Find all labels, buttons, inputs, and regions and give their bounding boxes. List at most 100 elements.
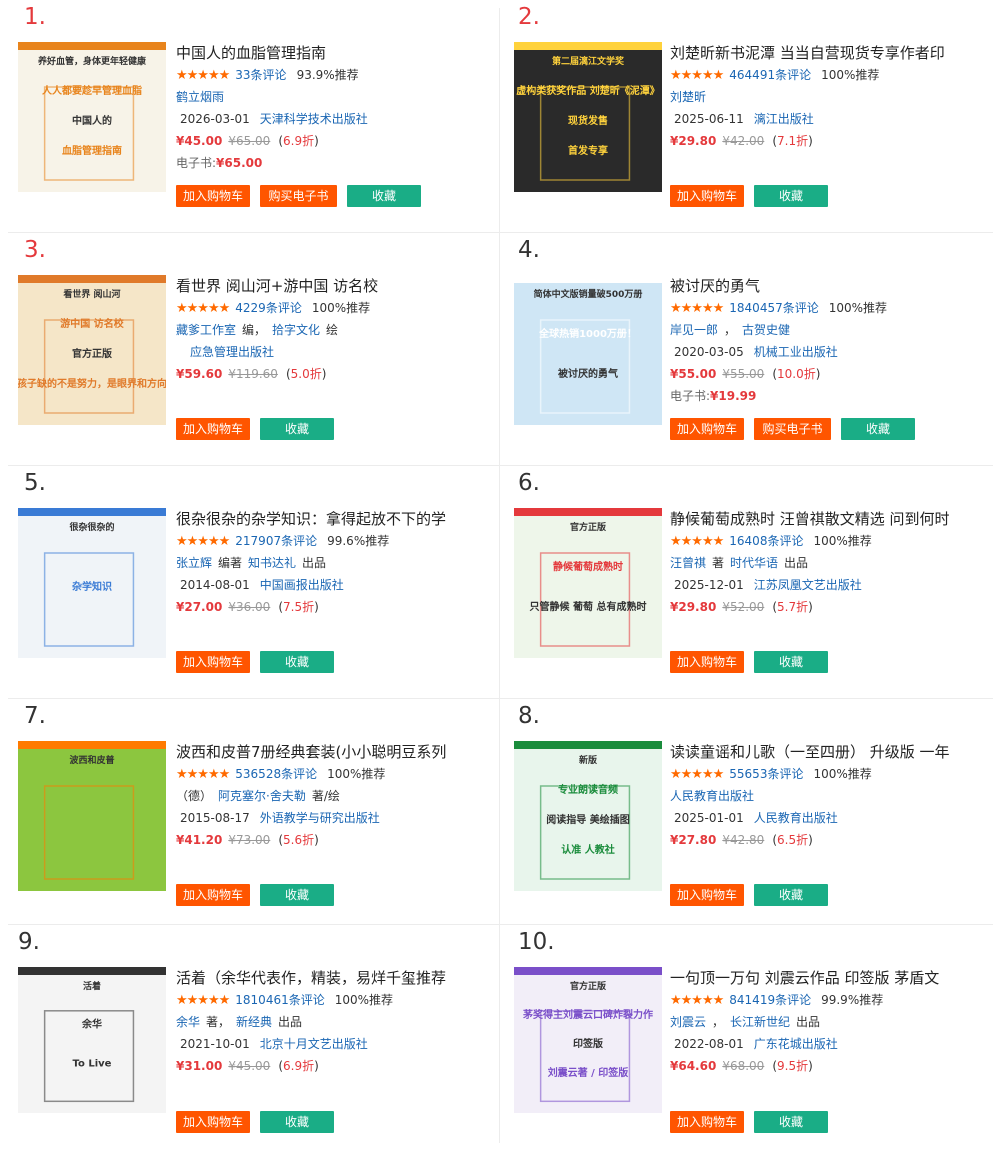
author-link[interactable]: 刘楚昕	[670, 90, 706, 104]
book-cover-image[interactable]: 养好血管，身体更年轻健康人人都要趁早管理血脂中国人的血脂管理指南	[18, 42, 166, 192]
book-cover[interactable]: 很杂很杂的 杂学知识	[18, 508, 166, 658]
review-count-link[interactable]: 217907条评论	[235, 534, 317, 548]
author-link[interactable]: 张立辉	[176, 556, 212, 570]
book-cover[interactable]: 活着 余华 To Live	[18, 967, 166, 1113]
book-cover-image[interactable]: 官方正版茅奖得主刘震云口碑炸裂力作印签版刘震云著 / 印签版	[514, 967, 662, 1113]
book-cover[interactable]: 简体中文版销量破500万册 全球热销1000万册！ 被讨厌的勇气	[514, 275, 662, 425]
author-link[interactable]: 时代华语	[730, 556, 778, 570]
publisher-link[interactable]: 人民教育出版社	[754, 811, 838, 825]
current-price: ¥45.00	[176, 134, 223, 148]
original-price: ¥42.00	[722, 134, 765, 148]
favorite-button[interactable]: 收藏	[260, 884, 334, 906]
book-title-link[interactable]: 波西和皮普7册经典套装(小小聪明豆系列	[176, 741, 476, 763]
author-link[interactable]: 阿克塞尔·舍夫勒	[218, 789, 306, 803]
buy-ebook-button[interactable]: 购买电子书	[754, 418, 831, 440]
favorite-button[interactable]: 收藏	[260, 418, 334, 440]
rating-line: ★★★★★ 4229条评论 100%推荐	[176, 297, 476, 319]
author-link[interactable]: 余华	[176, 1015, 200, 1029]
author-link[interactable]: 刘震云	[670, 1015, 706, 1029]
book-title-link[interactable]: 被讨厌的勇气	[670, 275, 970, 297]
add-to-cart-button[interactable]: 加入购物车	[176, 884, 250, 906]
favorite-button[interactable]: 收藏	[347, 185, 421, 207]
book-cover-image[interactable]: 看世界 阅山河游中国 访名校官方正版孩子缺的不是努力，是眼界和方向	[18, 275, 166, 425]
price-line: ¥41.20 ¥73.00 (5.6折)	[176, 829, 476, 851]
publisher-link[interactable]: 漓江出版社	[754, 112, 814, 126]
book-cover[interactable]: 第二届漓江文学奖 虚构类获奖作品 刘楚昕《泥潭》 现货发售 首发专享	[514, 42, 662, 192]
book-cover-image[interactable]: 官方正版静候葡萄成熟时只管静候 葡萄 总有成熟时	[514, 508, 662, 658]
book-cover[interactable]: 官方正版 茅奖得主刘震云口碑炸裂力作 印签版 刘震云著 / 印签版	[514, 967, 662, 1113]
book-title-link[interactable]: 一句顶一万句 刘震云作品 印签版 茅盾文	[670, 967, 970, 989]
publisher-link[interactable]: 天津科学技术出版社	[260, 112, 368, 126]
book-cover[interactable]: 官方正版 静候葡萄成熟时 只管静候 葡萄 总有成熟时	[514, 508, 662, 658]
favorite-button[interactable]: 收藏	[841, 418, 915, 440]
book-cover[interactable]: 养好血管，身体更年轻健康 人人都要趁早管理血脂 中国人的 血脂管理指南	[18, 42, 166, 192]
publisher-link[interactable]: 中国画报出版社	[260, 578, 344, 592]
author-line: 汪曾祺著时代华语 出品	[670, 552, 970, 574]
add-to-cart-button[interactable]: 加入购物车	[176, 1111, 250, 1133]
book-title-link[interactable]: 活着（余华代表作，精装，易烊千玺推荐	[176, 967, 476, 989]
buy-ebook-button[interactable]: 购买电子书	[260, 185, 337, 207]
review-count-link[interactable]: 33条评论	[235, 68, 286, 82]
author-link[interactable]: 鹤立烟雨	[176, 90, 224, 104]
book-title-link[interactable]: 读读童谣和儿歌（一至四册） 升级版 一年	[670, 741, 970, 763]
book-cover-image[interactable]: 第二届漓江文学奖虚构类获奖作品 刘楚昕《泥潭》现货发售首发专享	[514, 42, 662, 192]
review-count-link[interactable]: 841419条评论	[729, 993, 811, 1007]
author-link[interactable]: 人民教育出版社	[670, 789, 754, 803]
book-cover[interactable]: 看世界 阅山河 游中国 访名校 官方正版 孩子缺的不是努力，是眼界和方向	[18, 275, 166, 425]
review-count-link[interactable]: 536528条评论	[235, 767, 317, 781]
favorite-button[interactable]: 收藏	[260, 651, 334, 673]
current-price: ¥29.80	[670, 600, 717, 614]
book-title-link[interactable]: 中国人的血脂管理指南	[176, 42, 476, 64]
favorite-button[interactable]: 收藏	[754, 1111, 828, 1133]
publisher-link[interactable]: 广东花城出版社	[754, 1037, 838, 1051]
author-link[interactable]: 知书达礼	[248, 556, 296, 570]
book-cover-image[interactable]: 简体中文版销量破500万册全球热销1000万册！ 被讨厌的勇气	[514, 275, 662, 425]
add-to-cart-button[interactable]: 加入购物车	[670, 884, 744, 906]
book-cover-image[interactable]: 新版专业朗读音频阅读指导 美绘插图认准 人教社	[514, 741, 662, 891]
discount-value: 6.5折	[777, 833, 809, 847]
review-count-link[interactable]: 464491条评论	[729, 68, 811, 82]
publisher-link[interactable]: 外语教学与研究出版社	[260, 811, 380, 825]
author-link[interactable]: 长江新世纪	[730, 1015, 790, 1029]
author-link[interactable]: 新经典	[236, 1015, 272, 1029]
cover-text: 被讨厌的勇气	[558, 367, 618, 380]
add-to-cart-button[interactable]: 加入购物车	[670, 1111, 744, 1133]
author-link[interactable]: 汪曾祺	[670, 556, 706, 570]
book-cover[interactable]: 波西和皮普	[18, 741, 166, 891]
book-title-link[interactable]: 看世界 阅山河+游中国 访名校	[176, 275, 476, 297]
publisher-link[interactable]: 江苏凤凰文艺出版社	[754, 578, 862, 592]
review-count-link[interactable]: 4229条评论	[235, 301, 302, 315]
review-count-link[interactable]: 1810461条评论	[235, 993, 324, 1007]
publisher-link[interactable]: 机械工业出版社	[754, 345, 838, 359]
add-to-cart-button[interactable]: 加入购物车	[176, 651, 250, 673]
review-count-link[interactable]: 1840457条评论	[729, 301, 818, 315]
add-to-cart-button[interactable]: 加入购物车	[176, 418, 250, 440]
add-to-cart-button[interactable]: 加入购物车	[670, 185, 744, 207]
favorite-button[interactable]: 收藏	[754, 651, 828, 673]
publish-line: 2022-08-01 广东花城出版社	[670, 1033, 970, 1055]
favorite-button[interactable]: 收藏	[754, 884, 828, 906]
add-to-cart-button[interactable]: 加入购物车	[670, 651, 744, 673]
book-cover[interactable]: 新版 专业朗读音频 阅读指导 美绘插图 认准 人教社	[514, 741, 662, 891]
author-link[interactable]: 岸见一郎	[670, 323, 718, 337]
favorite-button[interactable]: 收藏	[754, 185, 828, 207]
review-count-link[interactable]: 55653条评论	[729, 767, 803, 781]
book-cover-image[interactable]: 很杂很杂的杂学知识	[18, 508, 166, 658]
add-to-cart-button[interactable]: 加入购物车	[176, 185, 250, 207]
book-cover-image[interactable]: 活着余华 To Live	[18, 967, 166, 1113]
author-link[interactable]: 拾字文化	[272, 323, 320, 337]
row-divider	[8, 232, 993, 233]
favorite-button[interactable]: 收藏	[260, 1111, 334, 1133]
rating-stars-icon: ★★★★★	[670, 534, 724, 549]
book-title-link[interactable]: 很杂很杂的杂学知识：拿得起放不下的学	[176, 508, 476, 530]
publisher-link[interactable]: 应急管理出版社	[190, 345, 274, 359]
review-count-link[interactable]: 16408条评论	[729, 534, 803, 548]
add-to-cart-button[interactable]: 加入购物车	[670, 418, 744, 440]
book-title-link[interactable]: 静候葡萄成熟时 汪曾祺散文精选 问到何时	[670, 508, 970, 530]
book-cover-image[interactable]: 波西和皮普	[18, 741, 166, 891]
action-buttons: 加入购物车 收藏	[176, 651, 334, 673]
author-link[interactable]: 古贺史健	[742, 323, 790, 337]
publisher-link[interactable]: 北京十月文艺出版社	[260, 1037, 368, 1051]
book-title-link[interactable]: 刘楚昕新书泥潭 当当自营现货专享作者印	[670, 42, 970, 64]
author-link[interactable]: 藏爹工作室	[176, 323, 236, 337]
